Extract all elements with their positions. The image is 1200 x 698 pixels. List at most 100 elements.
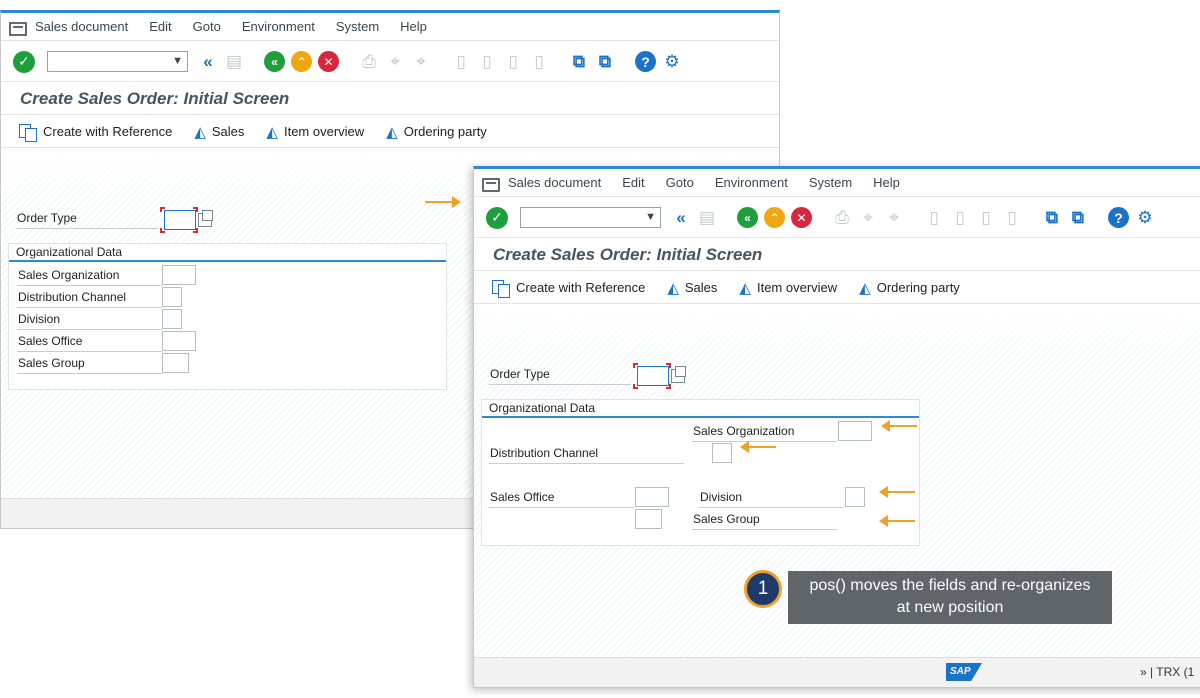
page-title: Create Sales Order: Initial Screen: [20, 88, 290, 108]
command-field[interactable]: ▼: [520, 207, 661, 228]
shortcut-icon[interactable]: ⧉: [1068, 207, 1088, 229]
value-help-icon[interactable]: [671, 366, 686, 383]
callout-note: pos() moves the fields and re-organizes …: [788, 571, 1112, 624]
organizational-data-group: Organizational Data Sales Organization D…: [481, 399, 920, 546]
menu-bar: Sales document Edit Goto Environment Sys…: [474, 169, 1200, 197]
callout-number-badge: 1: [744, 570, 782, 608]
chevron-down-icon[interactable]: ▼: [645, 211, 656, 223]
menu-toggle-icon[interactable]: [9, 21, 27, 36]
create-with-reference-button[interactable]: Create with Reference: [492, 279, 645, 298]
menu-goto[interactable]: Goto: [193, 19, 221, 34]
last-page-icon[interactable]: ▯: [529, 51, 549, 73]
division-input[interactable]: [845, 487, 865, 507]
menu-sales-document[interactable]: Sales document: [35, 19, 128, 34]
sap-logo: SAP: [946, 663, 982, 681]
print-icon[interactable]: ⎙: [832, 207, 852, 229]
order-type-input[interactable]: [637, 366, 669, 386]
help-icon[interactable]: ?: [1108, 207, 1129, 228]
previous-page-icon[interactable]: ▯: [950, 207, 970, 229]
menu-sales-document[interactable]: Sales document: [508, 175, 601, 190]
double-left-icon[interactable]: «: [671, 207, 691, 229]
sales-organization-input[interactable]: [162, 265, 196, 285]
green-back-icon[interactable]: «: [264, 51, 285, 72]
distribution-channel-label: Distribution Channel: [17, 288, 162, 308]
sales-office-input[interactable]: [162, 331, 196, 351]
first-page-icon[interactable]: ▯: [924, 207, 944, 229]
save-icon[interactable]: ▤: [224, 51, 244, 73]
menu-environment[interactable]: Environment: [715, 175, 788, 190]
transaction-code: TRX (1: [1156, 665, 1195, 679]
menu-help[interactable]: Help: [873, 175, 900, 190]
checkmark-icon[interactable]: ✓: [13, 50, 35, 73]
find-icon[interactable]: ⌖: [385, 51, 405, 73]
item-overview-button[interactable]: ◭ Item overview: [266, 123, 364, 141]
menu-environment[interactable]: Environment: [242, 19, 315, 34]
menu-bar: Sales document Edit Goto Environment Sys…: [1, 13, 779, 41]
sales-group-input[interactable]: [162, 353, 189, 373]
page-title: Create Sales Order: Initial Screen: [493, 244, 763, 264]
order-type-input[interactable]: [164, 210, 196, 230]
yellow-up-icon[interactable]: ⌃: [764, 207, 785, 228]
sales-organization-input[interactable]: [838, 421, 872, 441]
double-left-icon[interactable]: «: [198, 51, 218, 73]
application-toolbar: Create with Reference ◭ Sales ◭ Item overv…: [1, 116, 779, 148]
red-cancel-icon[interactable]: ✕: [318, 51, 339, 72]
save-icon[interactable]: ▤: [697, 207, 717, 229]
next-page-icon[interactable]: ▯: [976, 207, 996, 229]
status-bar: SAP » | TRX (1: [474, 657, 1200, 687]
command-field[interactable]: ▼: [47, 51, 188, 72]
ordering-party-button[interactable]: ◭ Ordering party: [859, 279, 960, 297]
print-icon[interactable]: ⎙: [359, 51, 379, 73]
application-toolbar: Create with Reference ◭ Sales ◭ Item overv…: [474, 272, 1200, 304]
transition-arrow: [425, 196, 461, 208]
distribution-channel-input[interactable]: [162, 287, 182, 307]
first-page-icon[interactable]: ▯: [451, 51, 471, 73]
mountain-icon: ◭: [667, 279, 679, 297]
menu-goto[interactable]: Goto: [666, 175, 694, 190]
last-page-icon[interactable]: ▯: [1002, 207, 1022, 229]
order-type-label: Order Type: [489, 365, 631, 385]
green-back-icon[interactable]: «: [737, 207, 758, 228]
chevron-down-icon[interactable]: ▼: [172, 55, 183, 67]
gear-icon[interactable]: ⚙: [1135, 207, 1155, 229]
sales-button[interactable]: ◭ Sales: [667, 279, 717, 297]
shortcut-icon[interactable]: ⧉: [595, 51, 615, 73]
gear-icon[interactable]: ⚙: [662, 51, 682, 73]
group-title: Organizational Data: [16, 245, 123, 259]
sales-office-label: Sales Office: [489, 488, 634, 508]
sales-office-input[interactable]: [635, 487, 669, 507]
checkmark-icon[interactable]: ✓: [486, 206, 508, 229]
ordering-party-button[interactable]: ◭ Ordering party: [386, 123, 487, 141]
status-info[interactable]: » | TRX (1: [1140, 665, 1194, 679]
distribution-channel-input[interactable]: [712, 443, 732, 463]
find-next-icon[interactable]: ⌖: [884, 207, 904, 229]
sales-button[interactable]: ◭ Sales: [194, 123, 244, 141]
menu-system[interactable]: System: [336, 19, 379, 34]
system-toolbar: ✓ ▼ « ▤ « ⌃ ✕ ⎙ ⌖ ⌖ ▯ ▯ ▯ ▯ ⧉ ⧉ ? ⚙: [474, 198, 1200, 238]
division-input[interactable]: [162, 309, 182, 329]
previous-page-icon[interactable]: ▯: [477, 51, 497, 73]
copy-icon: [19, 123, 37, 142]
help-icon[interactable]: ?: [635, 51, 656, 72]
value-help-icon[interactable]: [198, 210, 213, 227]
find-next-icon[interactable]: ⌖: [411, 51, 431, 73]
menu-edit[interactable]: Edit: [149, 19, 171, 34]
organizational-data-group: Organizational Data Sales Organization D…: [8, 243, 447, 390]
new-session-icon[interactable]: ⧉: [569, 51, 589, 73]
red-cancel-icon[interactable]: ✕: [791, 207, 812, 228]
menu-edit[interactable]: Edit: [622, 175, 644, 190]
new-session-icon[interactable]: ⧉: [1042, 207, 1062, 229]
next-page-icon[interactable]: ▯: [503, 51, 523, 73]
division-label: Division: [699, 488, 844, 508]
menu-help[interactable]: Help: [400, 19, 427, 34]
chevron-right-icon[interactable]: »: [1140, 665, 1147, 679]
title-bar: Create Sales Order: Initial Screen: [1, 83, 779, 115]
menu-toggle-icon[interactable]: [482, 177, 500, 192]
sales-office-label: Sales Office: [17, 332, 162, 352]
yellow-up-icon[interactable]: ⌃: [291, 51, 312, 72]
find-icon[interactable]: ⌖: [858, 207, 878, 229]
sales-group-input[interactable]: [635, 509, 662, 529]
menu-system[interactable]: System: [809, 175, 852, 190]
create-with-reference-button[interactable]: Create with Reference: [19, 123, 172, 142]
item-overview-button[interactable]: ◭ Item overview: [739, 279, 837, 297]
